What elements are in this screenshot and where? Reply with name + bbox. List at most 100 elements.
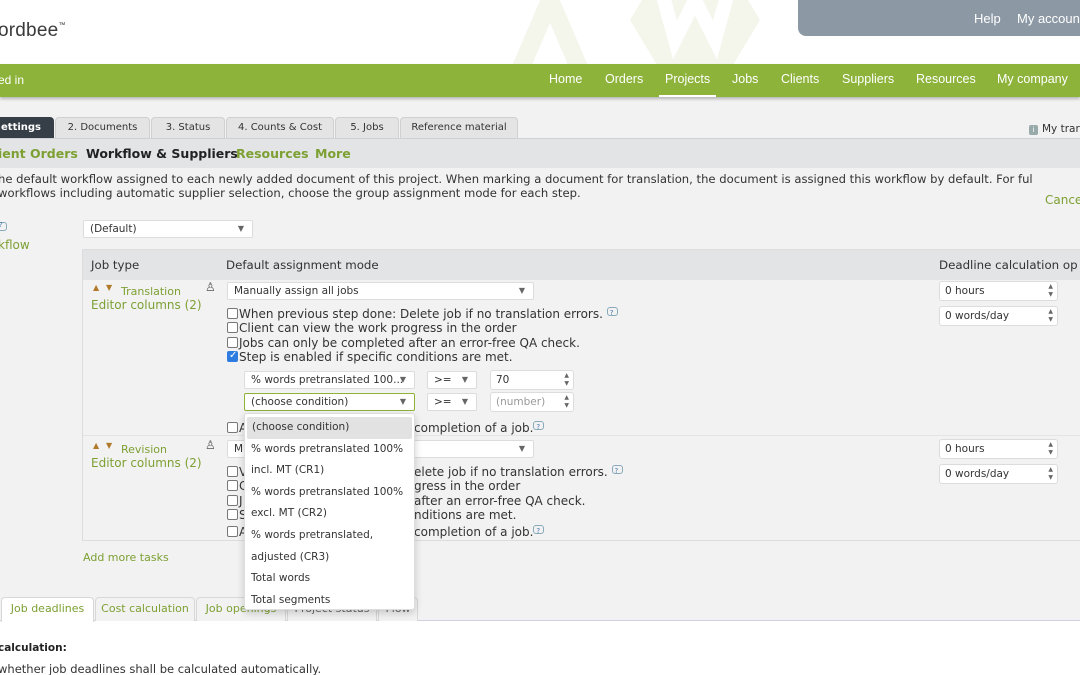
tab-settings[interactable]: ettings: [0, 117, 54, 138]
tab-cost-calculation[interactable]: Cost calculation: [95, 597, 195, 621]
header-assignment-mode: Default assignment mode: [226, 258, 379, 272]
dropdown-option-continued[interactable]: incl. MT (CR1): [245, 460, 414, 482]
help-icon[interactable]: [0, 221, 7, 231]
checkbox-label: When previous step done: Delete job if n…: [239, 307, 603, 321]
job-type-name[interactable]: Revision: [121, 443, 167, 456]
tab-job-deadlines[interactable]: Job deadlines: [1, 597, 94, 622]
spinner-arrows-icon[interactable]: ▲ ▼: [1048, 441, 1053, 457]
table-header: Job type Default assignment mode Deadlin…: [83, 250, 1080, 280]
dropdown-option[interactable]: % words pretranslated,: [245, 525, 414, 547]
nav-resources[interactable]: Resources: [916, 72, 976, 86]
subnav-workflow-suppliers[interactable]: Workflow & Suppliers: [86, 146, 238, 161]
dropdown-option-continued[interactable]: adjusted (CR3): [245, 547, 414, 569]
subnav-resources[interactable]: Resources: [236, 146, 309, 161]
spinner-arrows-icon[interactable]: ▲ ▼: [564, 372, 569, 388]
nav-my-company[interactable]: My company: [997, 72, 1068, 86]
wordbee-logo[interactable]: ordbee™: [0, 20, 66, 42]
spinner-arrows-icon[interactable]: ▲ ▼: [1048, 283, 1053, 299]
dropdown-option[interactable]: % words pretranslated 100%: [245, 482, 414, 504]
spinner-arrows-icon[interactable]: ▲ ▼: [1048, 308, 1053, 324]
chevron-down-icon: ▼: [461, 397, 468, 406]
nav-clients[interactable]: Clients: [781, 72, 819, 86]
checkbox[interactable]: [227, 466, 238, 477]
my-translations-link[interactable]: i My trar: [1029, 123, 1080, 135]
help-icon[interactable]: [606, 306, 618, 320]
tab-reference-material[interactable]: Reference material: [400, 117, 518, 138]
subnav-more[interactable]: More: [315, 146, 351, 161]
assignment-mode-select[interactable]: Manually assign all jobs ▼: [227, 282, 534, 300]
move-up-icon[interactable]: ▲: [93, 441, 99, 450]
checkbox-label: elete job if no translation errors.: [414, 465, 608, 479]
checkbox-delete-if-no-errors[interactable]: When previous step done: Delete job if n…: [227, 306, 618, 321]
condition-operator-select[interactable]: >= ▼: [427, 371, 477, 389]
condition-field-select[interactable]: % words pretranslated 100... ▼: [244, 371, 415, 389]
move-down-icon[interactable]: ▼: [106, 283, 112, 292]
workflow-description: he default workflow assigned to each new…: [0, 172, 1080, 200]
checkbox[interactable]: [227, 422, 238, 433]
checkbox[interactable]: [227, 509, 238, 520]
dropdown-option-continued[interactable]: excl. MT (CR2): [245, 503, 414, 525]
checkbox[interactable]: [227, 322, 238, 333]
hours-input[interactable]: 0 hours ▲ ▼: [939, 281, 1058, 301]
help-icon[interactable]: [533, 524, 545, 538]
my-account-link[interactable]: My accoun: [1017, 11, 1080, 26]
checkbox-client-view-progress[interactable]: Client can view the work progress in the…: [227, 321, 517, 335]
move-up-icon[interactable]: ▲: [93, 283, 99, 292]
subnav-client-orders[interactable]: ient Orders: [0, 146, 78, 161]
checkbox-label-suffix: after an error-free QA check.: [414, 494, 585, 508]
spinner-arrows-icon[interactable]: ▲ ▼: [564, 394, 569, 410]
checkbox[interactable]: [227, 480, 238, 491]
dropdown-option[interactable]: % words pretranslated 100%: [245, 439, 414, 461]
checkbox-label: nditions are met.: [414, 508, 517, 522]
hours-input[interactable]: 0 hours ▲ ▼: [939, 439, 1058, 459]
tab-documents[interactable]: 2. Documents: [55, 117, 150, 138]
tab-counts-cost[interactable]: 4. Counts & Cost: [226, 117, 334, 138]
checkbox-label: Step is enabled if specific conditions a…: [239, 350, 513, 364]
condition-value-input[interactable]: (number) ▲ ▼: [490, 392, 574, 412]
help-icon[interactable]: [533, 420, 545, 434]
condition-field-select-open[interactable]: (choose condition) ▼: [244, 393, 415, 411]
checkbox[interactable]: [227, 526, 238, 537]
header: ordbee™ Help My accoun: [0, 0, 1080, 64]
checkbox[interactable]: [227, 337, 238, 348]
editor-columns-link[interactable]: Editor columns (2): [91, 456, 202, 470]
checkbox-qa-check[interactable]: J: [227, 494, 243, 508]
hours-value: 0 hours: [945, 285, 985, 297]
dropdown-option[interactable]: Total segments: [245, 590, 414, 612]
workflow-select[interactable]: (Default) ▼: [83, 220, 253, 238]
checkbox-step-conditions[interactable]: Step is enabled if specific conditions a…: [227, 349, 513, 364]
checkbox[interactable]: [227, 495, 238, 506]
checkbox-qa-check[interactable]: Jobs can only be completed after an erro…: [227, 336, 580, 350]
nav-suppliers[interactable]: Suppliers: [842, 72, 894, 86]
condition-field-value: (choose condition): [251, 396, 349, 408]
checkbox-checked[interactable]: [227, 349, 238, 363]
tab-status[interactable]: 3. Status: [151, 117, 225, 138]
editor-columns-link[interactable]: Editor columns (2): [91, 298, 202, 312]
nav-orders[interactable]: Orders: [605, 72, 643, 86]
help-link[interactable]: Help: [974, 11, 1001, 26]
words-per-day-input[interactable]: 0 words/day ▲ ▼: [939, 306, 1058, 326]
checkbox-label-prefix: J: [239, 494, 243, 508]
checkbox-label: gress in the order: [414, 479, 521, 493]
logo-trademark: ™: [58, 22, 66, 29]
nav-home[interactable]: Home: [549, 72, 582, 86]
dropdown-option[interactable]: (choose condition): [247, 417, 412, 439]
move-down-icon[interactable]: ▼: [106, 441, 112, 450]
add-more-tasks-link[interactable]: Add more tasks: [83, 551, 169, 564]
spinner-arrows-icon[interactable]: ▲ ▼: [1048, 466, 1053, 482]
words-per-day-input[interactable]: 0 words/day ▲ ▼: [939, 464, 1058, 484]
condition-value-input[interactable]: 70 ▲ ▼: [490, 370, 574, 390]
checkbox-label: completion of a job.: [414, 525, 534, 539]
dropdown-option[interactable]: Total words: [245, 568, 414, 590]
person-icon[interactable]: ♙: [205, 438, 216, 452]
condition-value: 70: [496, 374, 510, 386]
cancel-link[interactable]: Cance: [1045, 193, 1080, 207]
condition-operator-select[interactable]: >= ▼: [427, 393, 477, 411]
nav-jobs[interactable]: Jobs: [732, 72, 758, 86]
job-type-name[interactable]: Translation: [121, 285, 181, 298]
help-icon[interactable]: [611, 464, 623, 478]
nav-projects[interactable]: Projects: [658, 72, 717, 97]
tab-jobs[interactable]: 5. Jobs: [335, 117, 399, 138]
person-icon[interactable]: ♙: [205, 280, 216, 294]
checkbox[interactable]: [227, 308, 238, 319]
